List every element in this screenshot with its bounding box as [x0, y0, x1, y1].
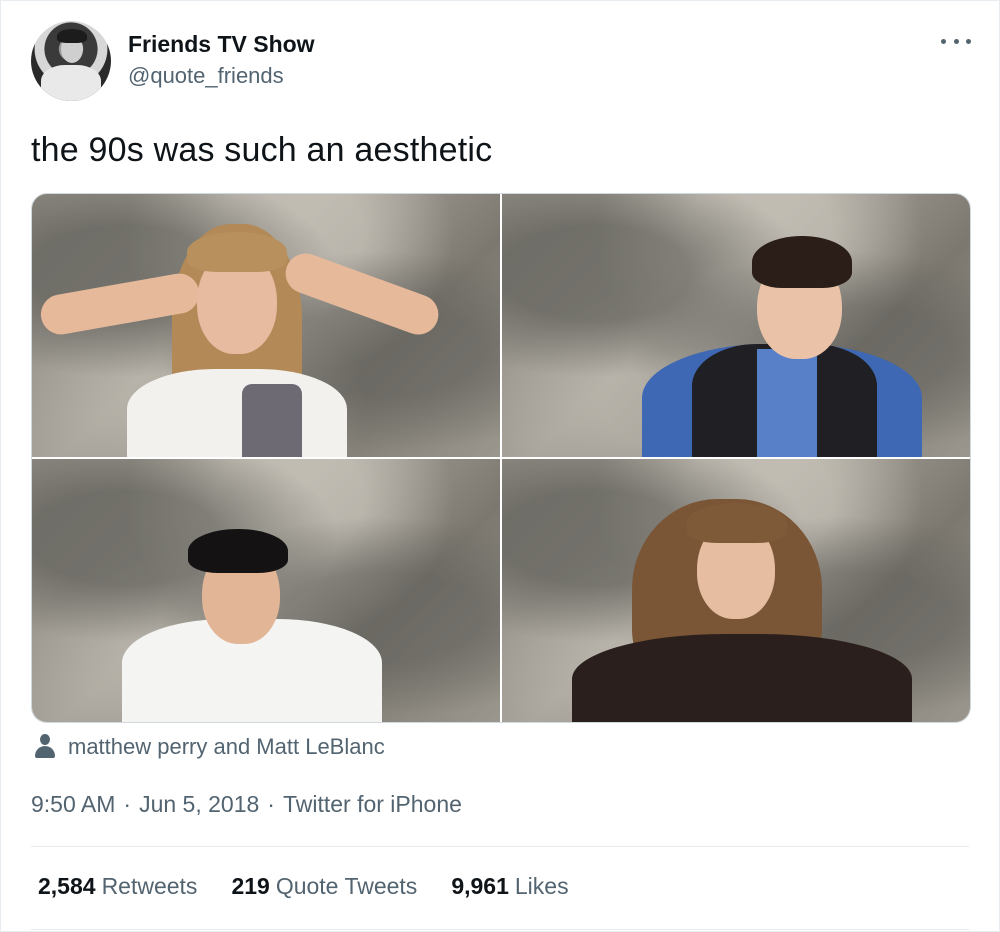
- meta-separator: ·: [267, 791, 275, 817]
- retweets-count: 2,584: [38, 873, 96, 899]
- figure-hair-top: [187, 232, 287, 272]
- more-dot: [953, 38, 959, 44]
- tagged-people-label: matthew perry and Matt LeBlanc: [68, 734, 385, 759]
- person-icon: [34, 734, 56, 760]
- photo-2[interactable]: [502, 194, 970, 457]
- user-handle[interactable]: @quote_friends: [128, 63, 284, 89]
- tweet-source[interactable]: Twitter for iPhone: [283, 791, 462, 818]
- avatar-hair: [57, 29, 87, 43]
- person-icon-body: [35, 746, 55, 758]
- retweets-stat[interactable]: 2,584 Retweets: [38, 873, 197, 900]
- figure-hair-top: [687, 503, 787, 543]
- tweet-date[interactable]: Jun 5, 2018: [139, 791, 259, 818]
- avatar-shirt: [41, 65, 101, 101]
- display-name[interactable]: Friends TV Show: [128, 31, 315, 58]
- likes-stat[interactable]: 9,961 Likes: [451, 873, 568, 900]
- photo-3[interactable]: [32, 459, 500, 722]
- engagement-stats: 2,584 Retweets 219 Quote Tweets 9,961 Likes: [38, 873, 603, 900]
- likes-label: Likes: [514, 873, 569, 899]
- quotes-count: 219: [231, 873, 270, 899]
- tweet-text: the 90s was such an aesthetic: [31, 131, 493, 169]
- quotes-label: Quote Tweets: [275, 873, 418, 899]
- figure-body: [572, 634, 912, 722]
- photo-4[interactable]: [502, 459, 970, 722]
- tweet-metadata: 9:50 AM · Jun 5, 2018 · Twitter for iPho…: [31, 791, 462, 818]
- more-dot: [941, 38, 946, 44]
- more-dot: [966, 38, 971, 44]
- meta-separator: ·: [123, 791, 132, 817]
- tagged-people[interactable]: matthew perry and Matt LeBlanc: [34, 734, 385, 760]
- quote-tweets-stat[interactable]: 219 Quote Tweets: [231, 873, 417, 900]
- figure-hair-top: [752, 236, 852, 288]
- photo-grid: [31, 193, 971, 723]
- profile-avatar[interactable]: [31, 21, 111, 101]
- photo-1[interactable]: [32, 194, 500, 457]
- divider: [31, 846, 969, 847]
- retweets-label: Retweets: [101, 873, 198, 899]
- figure-hair-top: [188, 529, 288, 573]
- more-options-icon[interactable]: [941, 31, 971, 51]
- divider: [31, 929, 969, 930]
- figure-shirt: [757, 349, 817, 457]
- person-icon-head: [40, 734, 50, 745]
- tweet-time[interactable]: 9:50 AM: [31, 791, 115, 818]
- figure-vest: [242, 384, 302, 457]
- figure-body: [127, 369, 347, 457]
- likes-count: 9,961: [451, 873, 509, 899]
- tweet-card: Friends TV Show @quote_friends the 90s w…: [0, 0, 1000, 932]
